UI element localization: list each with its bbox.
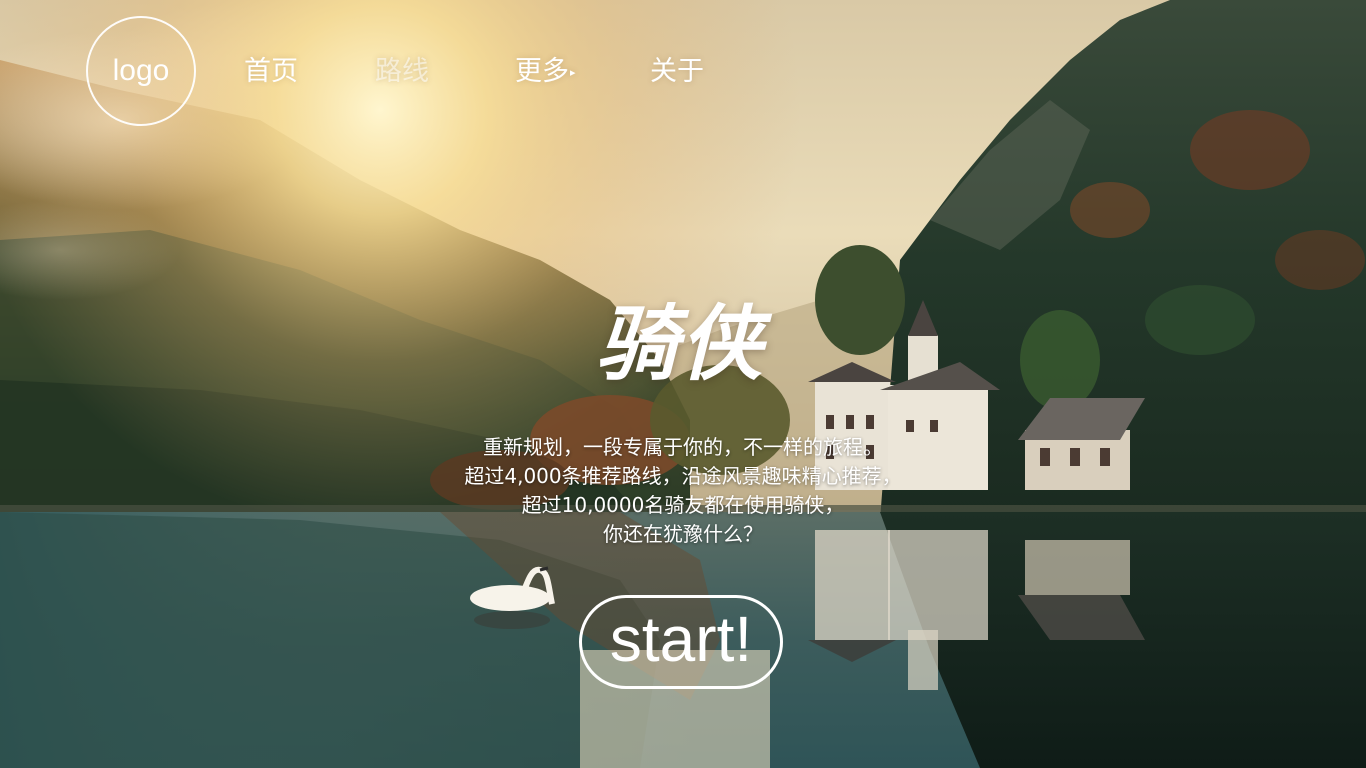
hero-title: 骑侠 bbox=[596, 297, 764, 392]
landing-page: logo 首页 路线 更多▸ 关于 骑侠 重新规划，一段专属于你的，不一样的旅程… bbox=[0, 0, 1366, 768]
triangle-right-icon: ▸ bbox=[570, 65, 576, 79]
nav-item-more[interactable]: 更多▸ bbox=[515, 52, 576, 93]
hero-line: 你还在犹豫什么？ bbox=[603, 522, 763, 546]
nav-item-routes[interactable]: 路线 bbox=[375, 52, 429, 92]
hero-line: 重新规划，一段专属于你的，不一样的旅程。 bbox=[483, 435, 883, 459]
hero-line: 超过4,000条推荐路线，沿途风景趣味精心推荐， bbox=[464, 464, 902, 488]
nav-item-more-label: 更多 bbox=[515, 56, 569, 87]
start-button[interactable]: start! bbox=[579, 595, 783, 689]
nav-item-about[interactable]: 关于 bbox=[650, 52, 704, 92]
nav-item-home[interactable]: 首页 bbox=[244, 52, 298, 92]
hero-line: 超过10,0000名骑友都在使用骑侠， bbox=[521, 493, 845, 517]
logo[interactable]: logo bbox=[86, 16, 196, 126]
hero-description: 重新规划，一段专属于你的，不一样的旅程。 超过4,000条推荐路线，沿途风景趣味… bbox=[383, 433, 983, 549]
